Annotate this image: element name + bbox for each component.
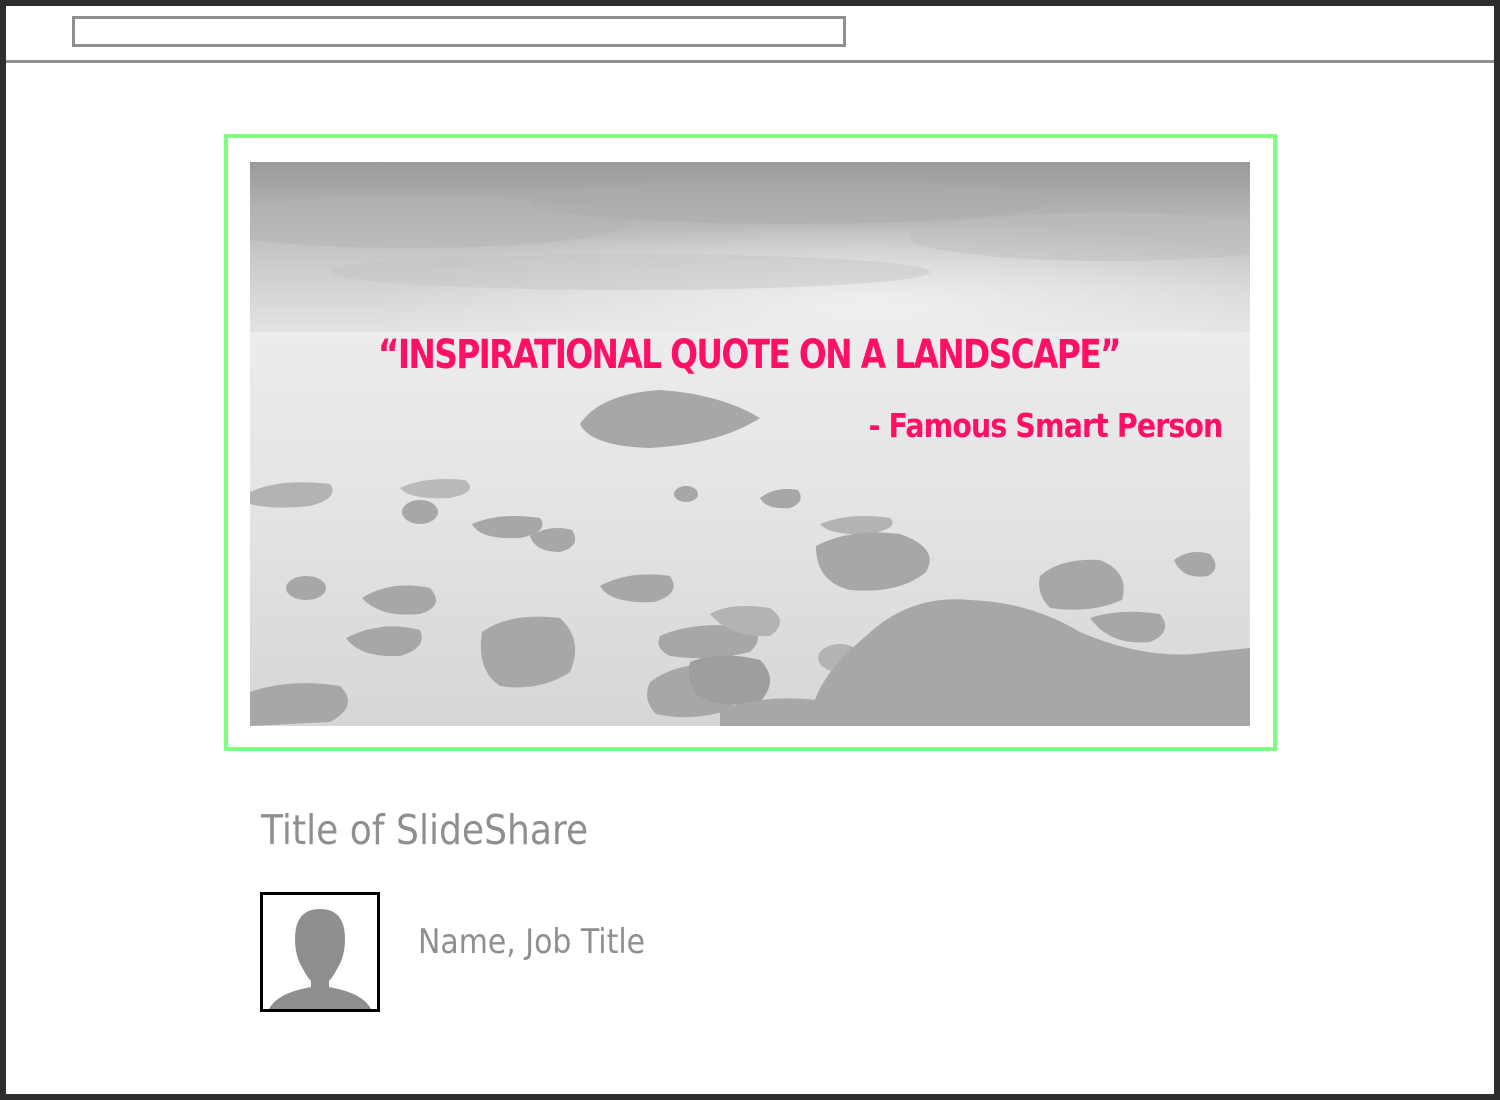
person-silhouette-icon bbox=[269, 909, 371, 1009]
author-avatar[interactable] bbox=[260, 892, 380, 1012]
browser-window: “INSPIRATIONAL QUOTE ON A LANDSCAPE” - F… bbox=[6, 6, 1494, 1094]
presentation-title[interactable]: Title of SlideShare bbox=[261, 806, 588, 854]
slide-quote-author: - Famous Smart Person bbox=[868, 406, 1223, 445]
slide-quote: “INSPIRATIONAL QUOTE ON A LANDSCAPE” bbox=[377, 332, 1122, 378]
landscape-image: “INSPIRATIONAL QUOTE ON A LANDSCAPE” - F… bbox=[250, 162, 1250, 726]
address-bar[interactable] bbox=[72, 16, 846, 47]
author-name-job-title[interactable]: Name, Job Title bbox=[418, 922, 645, 962]
slide-preview[interactable]: “INSPIRATIONAL QUOTE ON A LANDSCAPE” - F… bbox=[224, 134, 1277, 751]
browser-toolbar bbox=[6, 6, 1494, 63]
